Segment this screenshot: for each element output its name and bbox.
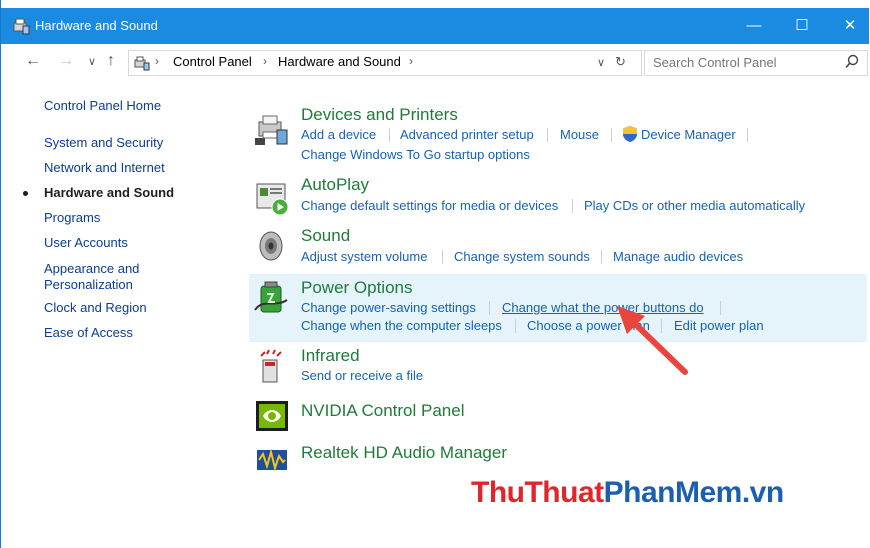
sidebar-item-network-and-internet[interactable]: Network and Internet	[44, 160, 165, 176]
annotation-arrow-icon	[617, 306, 688, 375]
category-devices-and-printers: Devices and Printers Add a device Advanc…	[249, 104, 867, 166]
adjust-system-volume-link[interactable]: Adjust system volume	[301, 249, 427, 264]
realtek-hd-audio-manager-title[interactable]: Realtek HD Audio Manager	[301, 443, 507, 463]
send-or-receive-file-link[interactable]: Send or receive a file	[301, 368, 423, 383]
devices-and-printers-icon	[255, 115, 288, 145]
watermark-part3: .vn	[741, 476, 784, 509]
link-separator	[389, 128, 390, 142]
uac-shield-icon	[623, 126, 637, 142]
search-box[interactable]	[644, 50, 868, 76]
link-separator	[547, 128, 548, 142]
device-manager-link[interactable]: Device Manager	[641, 127, 736, 142]
power-options-icon	[254, 281, 288, 313]
nvidia-icon	[256, 401, 288, 431]
link-separator	[747, 128, 748, 142]
window-title: Hardware and Sound	[35, 18, 158, 33]
add-a-device-link[interactable]: Add a device	[301, 127, 376, 142]
sidebar-item-programs[interactable]: Programs	[44, 210, 100, 226]
nvidia-control-panel-title[interactable]: NVIDIA Control Panel	[301, 401, 464, 421]
mouse-link[interactable]: Mouse	[560, 127, 599, 142]
refresh-icon[interactable]: ↻	[615, 54, 626, 70]
watermark-part1: ThuThuat	[471, 476, 604, 509]
link-separator	[442, 250, 443, 264]
category-realtek-hd-audio-manager: Realtek HD Audio Manager	[249, 442, 867, 476]
address-bar[interactable]: › Control Panel › Hardware and Sound › ∨…	[128, 50, 642, 76]
change-windows-to-go-link[interactable]: Change Windows To Go startup options	[301, 147, 530, 162]
play-cds-automatically-link[interactable]: Play CDs or other media automatically	[584, 198, 805, 213]
breadcrumb-hardware-and-sound[interactable]: Hardware and Sound	[278, 54, 401, 69]
control-panel-window: Hardware and Sound — ☐ ✕ ← → ∨ ↑ › Contr…	[0, 0, 869, 548]
sidebar-item-clock-and-region[interactable]: Clock and Region	[44, 300, 147, 316]
category-autoplay: AutoPlay Change default settings for med…	[249, 175, 867, 221]
sidebar-item-system-and-security[interactable]: System and Security	[44, 135, 163, 151]
current-page-bullet	[23, 191, 28, 196]
advanced-printer-setup-link[interactable]: Advanced printer setup	[400, 127, 534, 142]
sound-title[interactable]: Sound	[301, 226, 350, 246]
recent-locations-chevron-icon[interactable]: ∨	[88, 55, 96, 68]
change-computer-sleeps-link[interactable]: Change when the computer sleeps	[301, 318, 502, 333]
navigation-bar: ← → ∨ ↑ › Control Panel › Hardware and S…	[1, 44, 869, 80]
infrared-icon	[260, 349, 282, 383]
category-infrared: Infrared Send or receive a file	[249, 346, 867, 392]
sidebar-item-control-panel-home[interactable]: Control Panel Home	[44, 98, 161, 114]
sidebar-item-appearance-line1[interactable]: Appearance and	[44, 261, 139, 277]
autoplay-title[interactable]: AutoPlay	[301, 175, 369, 195]
watermark-logo: ThuThuatPhanMem.vn	[471, 476, 784, 510]
link-separator	[489, 301, 490, 315]
sidebar-item-ease-of-access[interactable]: Ease of Access	[44, 325, 133, 341]
change-default-media-settings-link[interactable]: Change default settings for media or dev…	[301, 198, 558, 213]
power-options-title[interactable]: Power Options	[301, 278, 413, 298]
minimize-button[interactable]: —	[731, 8, 777, 44]
link-separator	[572, 199, 573, 213]
breadcrumb-separator-icon: ›	[263, 54, 267, 68]
link-separator	[515, 319, 516, 333]
infrared-title[interactable]: Infrared	[301, 346, 360, 366]
hardware-and-sound-icon	[13, 18, 30, 35]
category-nvidia-control-panel: NVIDIA Control Panel	[249, 398, 867, 432]
back-arrow-icon[interactable]: ←	[25, 52, 41, 70]
title-bar[interactable]: Hardware and Sound — ☐ ✕	[1, 8, 869, 44]
link-separator	[601, 250, 602, 264]
devices-and-printers-title[interactable]: Devices and Printers	[301, 105, 458, 125]
watermark-part2: PhanMem	[603, 476, 743, 509]
control-panel-icon	[134, 56, 150, 71]
address-dropdown-chevron-icon[interactable]: ∨	[597, 56, 605, 69]
sidebar-item-hardware-and-sound[interactable]: Hardware and Sound	[44, 185, 174, 201]
change-power-saving-settings-link[interactable]: Change power-saving settings	[301, 300, 476, 315]
sidebar-item-user-accounts[interactable]: User Accounts	[44, 235, 128, 251]
sidebar-item-appearance-line2[interactable]: Personalization	[44, 277, 133, 293]
forward-arrow-icon[interactable]: →	[58, 52, 74, 70]
link-separator	[611, 128, 612, 142]
speaker-icon	[259, 231, 283, 261]
breadcrumb-control-panel[interactable]: Control Panel	[173, 54, 252, 69]
autoplay-icon	[256, 183, 289, 216]
change-system-sounds-link[interactable]: Change system sounds	[454, 249, 590, 264]
manage-audio-devices-link[interactable]: Manage audio devices	[613, 249, 743, 264]
category-sound: Sound Adjust system volume Change system…	[249, 226, 867, 272]
breadcrumb-separator-icon: ›	[155, 54, 159, 68]
category-power-options: Power Options Change power-saving settin…	[249, 274, 867, 342]
up-arrow-icon[interactable]: ↑	[107, 52, 115, 70]
link-separator	[720, 301, 721, 315]
maximize-button[interactable]: ☐	[779, 8, 825, 44]
breadcrumb-separator-icon: ›	[409, 54, 413, 68]
search-input[interactable]	[651, 54, 835, 71]
realtek-audio-icon	[257, 448, 287, 472]
close-button[interactable]: ✕	[827, 8, 870, 44]
search-icon[interactable]	[845, 54, 859, 70]
